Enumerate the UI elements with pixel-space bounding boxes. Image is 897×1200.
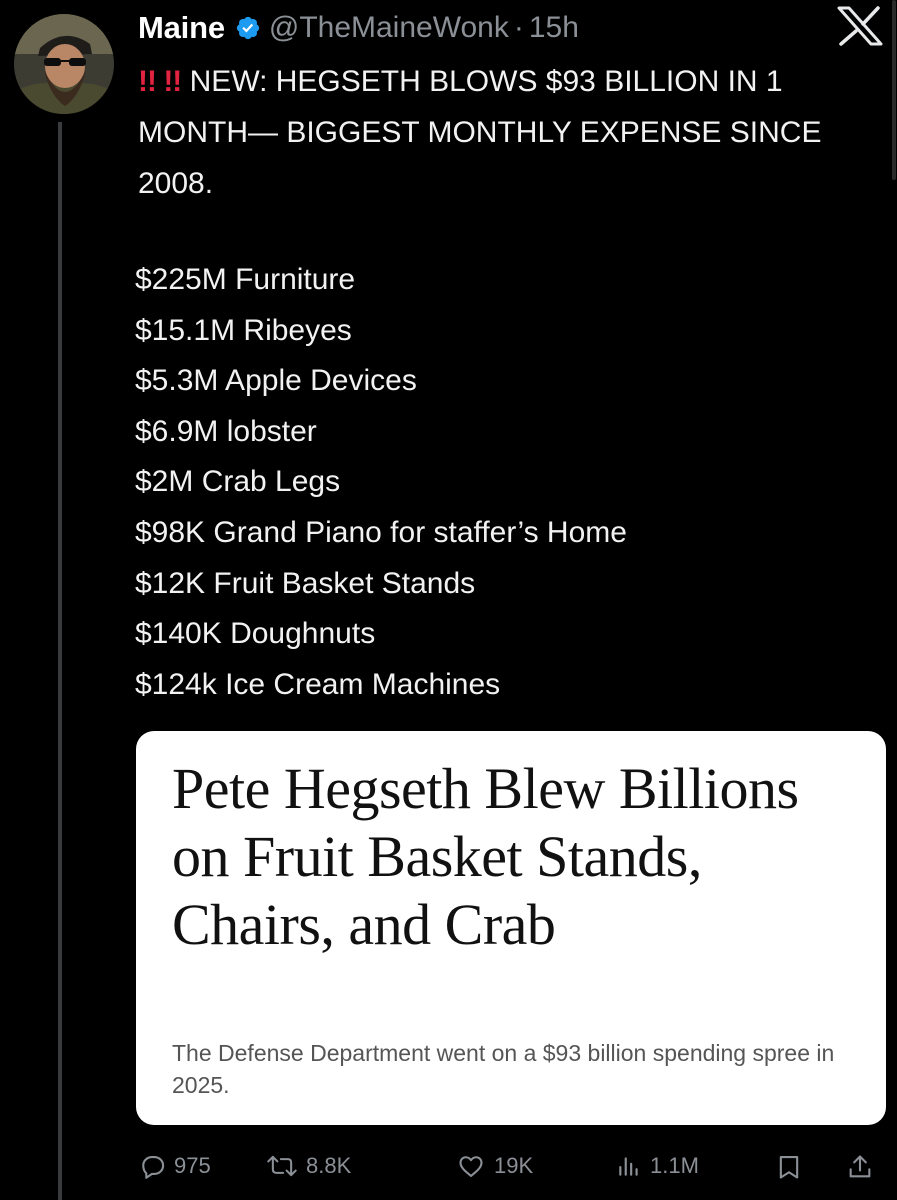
- card-headline: Pete Hegseth Blew Billions on Fruit Bask…: [172, 756, 799, 957]
- repost-button[interactable]: 8.8K: [266, 1152, 351, 1180]
- bookmark-button[interactable]: [775, 1152, 811, 1182]
- alert-emoji: !! !!: [138, 65, 182, 98]
- repost-icon: [267, 1155, 297, 1177]
- reply-icon: [142, 1155, 165, 1179]
- reply-button[interactable]: 975: [138, 1152, 211, 1180]
- avatar-image: [14, 14, 114, 114]
- list-item: $140K Doughnuts: [135, 617, 376, 651]
- tweet-headline-text: NEW: HEGSETH BLOWS $93 BILLION IN 1 MONT…: [138, 65, 822, 200]
- verified-badge-icon: [235, 15, 261, 41]
- tweet-header: Maine @TheMaineWonk · 15h: [138, 4, 579, 52]
- views-button[interactable]: 1.1M: [616, 1152, 699, 1180]
- share-icon: [849, 1155, 871, 1178]
- link-preview-card[interactable]: Pete Hegseth Blew Billions on Fruit Bask…: [136, 731, 886, 1125]
- timestamp[interactable]: 15h: [529, 11, 579, 45]
- like-count: 19K: [494, 1153, 534, 1178]
- views-icon: [619, 1157, 638, 1176]
- avatar[interactable]: [14, 14, 114, 114]
- expense-list: $225M Furniture $15.1M Ribeyes $5.3M App…: [135, 255, 627, 710]
- x-logo-icon: [836, 6, 884, 51]
- list-item: $225M Furniture: [135, 263, 356, 296]
- repost-count: 8.8K: [306, 1153, 352, 1178]
- bookmark-icon: [779, 1156, 799, 1179]
- tweet-text: !! !! NEW: HEGSETH BLOWS $93 BILLION IN …: [138, 56, 868, 209]
- author-handle[interactable]: @TheMaineWonk: [269, 11, 509, 45]
- scrollbar[interactable]: [892, 0, 896, 180]
- reply-count: 975: [174, 1153, 211, 1178]
- list-item: $12K Fruit Basket Stands: [135, 566, 476, 600]
- list-item: $124k Ice Cream Machines: [135, 667, 501, 701]
- like-button[interactable]: 19K: [456, 1152, 533, 1180]
- share-button[interactable]: [846, 1152, 882, 1182]
- thread-line: [58, 122, 62, 1200]
- action-bar: 975 8.8K 19K 1.1M: [138, 1146, 883, 1192]
- view-count: 1.1M: [650, 1153, 699, 1178]
- list-item: $5.3M Apple Devices: [135, 364, 417, 398]
- separator-dot: ·: [513, 11, 524, 44]
- card-subtitle: The Defense Department went on a $93 bil…: [172, 1040, 835, 1098]
- list-item: $6.9M lobster: [135, 414, 317, 448]
- list-item: $15.1M Ribeyes: [135, 313, 352, 347]
- list-item: $98K Grand Piano for staffer’s Home: [135, 515, 627, 549]
- author-name[interactable]: Maine: [138, 10, 225, 46]
- list-item: $2M Crab Legs: [135, 465, 341, 499]
- heart-icon: [459, 1156, 483, 1177]
